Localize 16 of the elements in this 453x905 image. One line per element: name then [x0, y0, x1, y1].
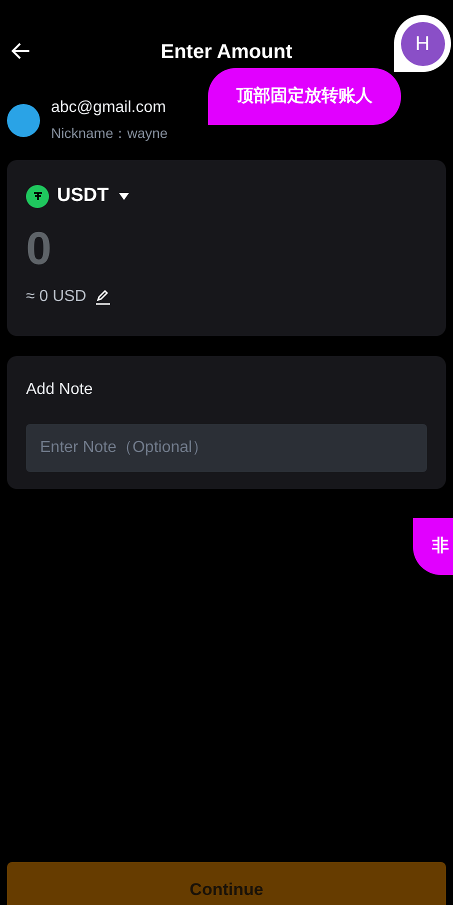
caret-icon [118, 192, 129, 200]
note-input[interactable]: Enter Note（Optional） [26, 424, 427, 472]
edit-icon[interactable] [94, 288, 112, 305]
recipient-email: abc@gmail.com [51, 98, 167, 118]
commenter-avatar: H [400, 22, 444, 66]
currency-selector[interactable]: USDT [26, 182, 129, 210]
amount-value: 0 [26, 224, 53, 270]
usd-conversion: ≈ 0 USD [26, 286, 86, 306]
comment-bubble: 顶部固定放转账人 [208, 68, 401, 125]
back-button[interactable] [10, 40, 32, 62]
page-title: Enter Amount [160, 40, 292, 65]
note-label: Add Note [26, 380, 94, 400]
recipient-nickname: Nickname：wayne [51, 124, 168, 143]
comment-bubble: 非 [413, 518, 453, 575]
tether-icon [26, 184, 49, 208]
avatar-icon [7, 104, 40, 136]
